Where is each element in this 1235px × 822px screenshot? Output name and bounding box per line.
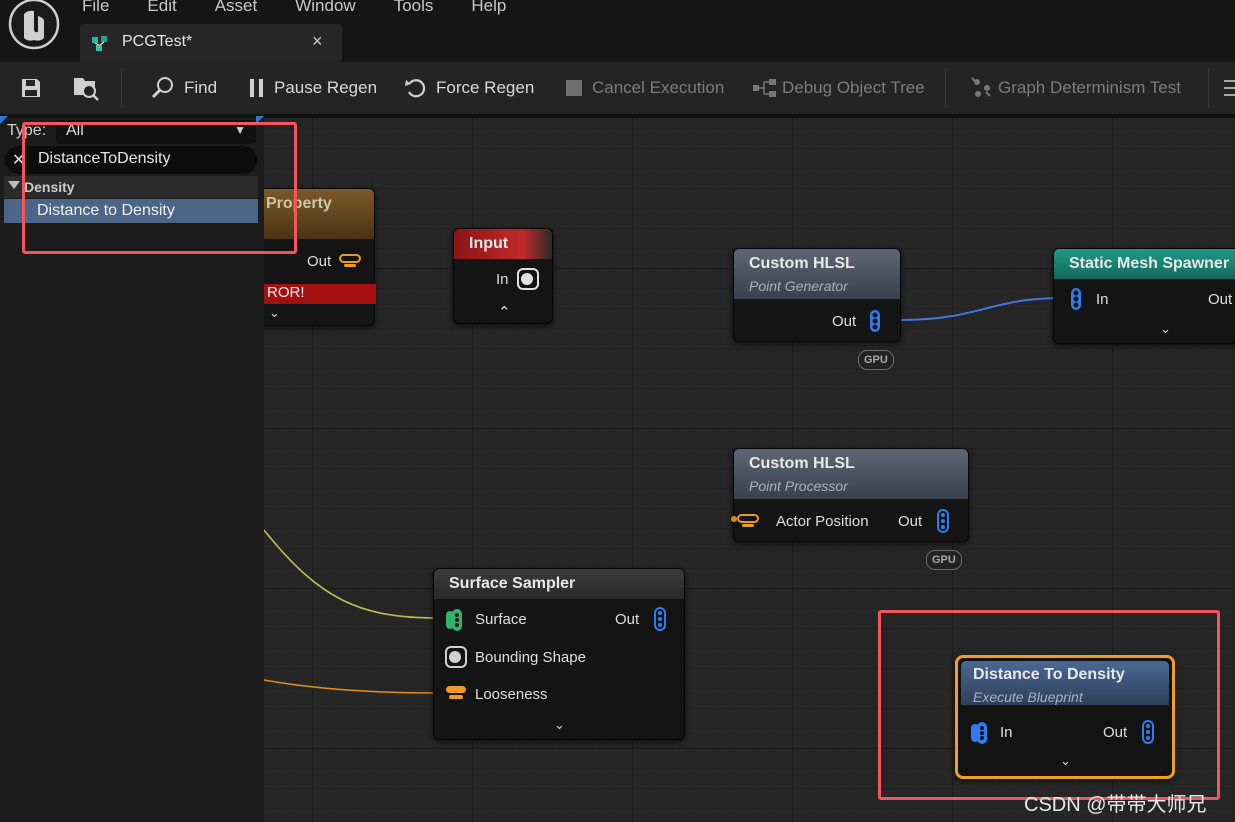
menu-window[interactable]: Window	[295, 0, 355, 16]
hlsl-processor-node[interactable]: Custom HLSL Point Processor Actor Positi…	[730, 448, 969, 542]
cancel-execution-label: Cancel Execution	[592, 78, 725, 97]
gpu-badge: GPU	[926, 550, 962, 570]
expand-chevron-icon[interactable]: ⌄	[269, 305, 280, 321]
input-in-label: In	[496, 271, 509, 288]
highlight-box-node	[878, 610, 1220, 800]
watermark: CSDN @带带大师兄	[1024, 794, 1207, 816]
hlsl-processor-title: Custom HLSL	[749, 455, 855, 472]
find-icon	[151, 77, 173, 99]
surface-sampler-out-label: Out	[615, 611, 640, 628]
hlsl-processor-subtitle: Point Processor	[749, 478, 848, 494]
highlight-box-palette	[22, 122, 297, 254]
hlsl-processor-in-label: Actor Position	[776, 513, 869, 530]
pause-regen-label: Pause Regen	[274, 78, 378, 97]
unreal-logo-icon[interactable]	[6, 0, 62, 52]
point-pin-icon[interactable]	[867, 309, 883, 333]
tab-close-icon[interactable]: ×	[312, 31, 323, 52]
menu-tools[interactable]: Tools	[394, 0, 434, 16]
force-regen-button[interactable]: Force Regen	[404, 62, 534, 114]
find-label: Find	[184, 78, 218, 97]
surface-in-label: Surface	[475, 611, 527, 628]
hlsl-processor-out-label: Out	[898, 513, 923, 530]
point-pin-icon[interactable]	[935, 509, 951, 533]
toolbar: Find Pause Regen Force Regen Cancel Exec…	[0, 62, 1235, 114]
surface-sampler-node[interactable]: Surface Sampler Surface Out Bounding Sha…	[433, 568, 685, 740]
attribute-pin-icon[interactable]	[730, 513, 760, 529]
refresh-icon	[405, 79, 426, 98]
browse-button[interactable]	[72, 62, 108, 114]
bounding-shape-label: Bounding Shape	[475, 649, 586, 666]
menu-asset[interactable]: Asset	[215, 0, 258, 16]
point-pin-icon[interactable]	[1068, 287, 1084, 311]
save-button[interactable]	[20, 62, 50, 114]
save-icon	[22, 79, 40, 97]
point-pin-icon[interactable]	[652, 607, 668, 631]
static-mesh-spawner-out-label: Out	[1208, 291, 1233, 308]
collapse-chevron-icon[interactable]: ⌃	[498, 303, 511, 321]
property-out-label: Out	[307, 253, 332, 270]
menu-file[interactable]: File	[82, 0, 109, 16]
expand-arrow-icon	[8, 181, 20, 189]
static-mesh-spawner-in-label: In	[1096, 291, 1109, 308]
hlsl-generator-out-label: Out	[832, 313, 857, 330]
main-menu: File Edit Asset Window Tools Help	[82, 0, 544, 16]
expand-chevron-icon[interactable]: ⌄	[554, 717, 565, 733]
determinism-icon	[971, 77, 991, 97]
menu-help[interactable]: Help	[471, 0, 506, 16]
input-node[interactable]: Input In ⌃	[453, 228, 553, 324]
debug-object-tree-button[interactable]: Debug Object Tree	[752, 62, 925, 114]
debug-object-tree-label: Debug Object Tree	[782, 78, 925, 97]
hlsl-generator-subtitle: Point Generator	[749, 278, 848, 294]
toolbar-separator	[1208, 68, 1209, 108]
cancel-execution-button[interactable]: Cancel Execution	[564, 62, 724, 114]
spatial-pin-icon[interactable]	[444, 645, 468, 669]
error-text: ROR!	[267, 284, 305, 301]
panel-corner-marker	[0, 116, 8, 124]
input-node-title: Input	[469, 235, 509, 252]
pcg-graph-icon	[92, 36, 107, 51]
looseness-label: Looseness	[475, 686, 548, 703]
pause-icon	[250, 79, 263, 97]
menu-bar: File Edit Asset Window Tools Help PCGTes…	[0, 0, 1235, 62]
static-mesh-spawner-title: Static Mesh Spawner	[1069, 255, 1230, 272]
stop-icon	[566, 80, 582, 96]
graph-determinism-test-label: Graph Determinism Test	[998, 78, 1181, 97]
tab-title: PCGTest*	[122, 33, 193, 50]
force-regen-label: Force Regen	[436, 78, 535, 97]
toolbar-separator	[121, 68, 122, 108]
toolbar-overflow-button[interactable]	[1222, 62, 1235, 114]
expand-chevron-icon[interactable]: ⌄	[1160, 321, 1171, 337]
browse-asset-icon	[74, 78, 99, 101]
surface-sampler-title: Surface Sampler	[449, 575, 576, 592]
spatial-pin-icon[interactable]	[516, 267, 540, 291]
toolbar-separator	[945, 68, 946, 108]
gpu-badge: GPU	[858, 350, 894, 370]
hlsl-generator-title: Custom HLSL	[749, 255, 855, 272]
find-button[interactable]: Find	[150, 62, 217, 114]
attribute-pin-icon[interactable]	[339, 253, 361, 269]
tab-pcgtest[interactable]: PCGTest* ×	[80, 24, 342, 62]
graph-determinism-test-button[interactable]: Graph Determinism Test	[970, 62, 1181, 114]
overflow-icon	[1224, 80, 1235, 96]
static-mesh-spawner-node[interactable]: Static Mesh Spawner In Out ⌄	[1053, 248, 1235, 344]
tree-icon	[753, 79, 776, 97]
pause-regen-button[interactable]: Pause Regen	[248, 62, 377, 114]
surface-pin-icon[interactable]	[444, 607, 468, 633]
menu-edit[interactable]: Edit	[147, 0, 176, 16]
attribute-pin-icon[interactable]	[444, 685, 468, 701]
hlsl-generator-node[interactable]: Custom HLSL Point Generator Out	[733, 248, 901, 342]
